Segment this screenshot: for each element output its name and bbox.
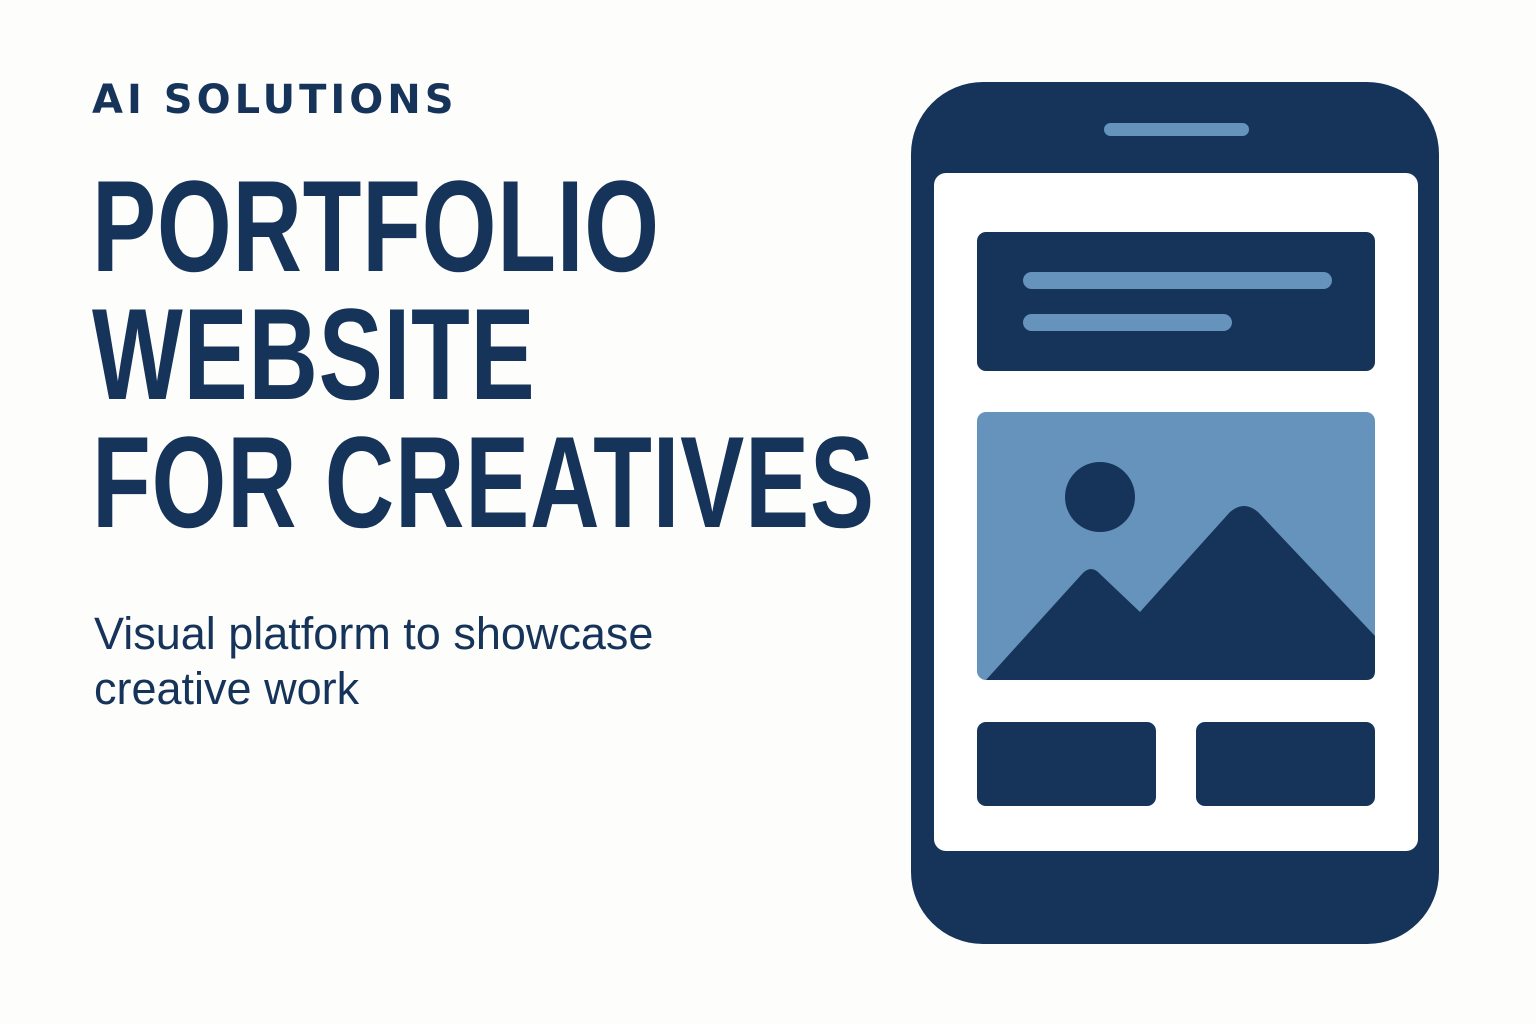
speaker-icon: [1104, 123, 1249, 136]
bottom-card-right: [1196, 722, 1375, 806]
phone-illustration: [911, 82, 1439, 944]
landscape-image-icon: [977, 412, 1375, 680]
header-text-line-2: [1023, 314, 1232, 331]
header-card: [977, 232, 1375, 371]
sun-shape: [1065, 462, 1135, 532]
header-text-line-1: [1023, 272, 1332, 289]
bottom-card-left: [977, 722, 1156, 806]
